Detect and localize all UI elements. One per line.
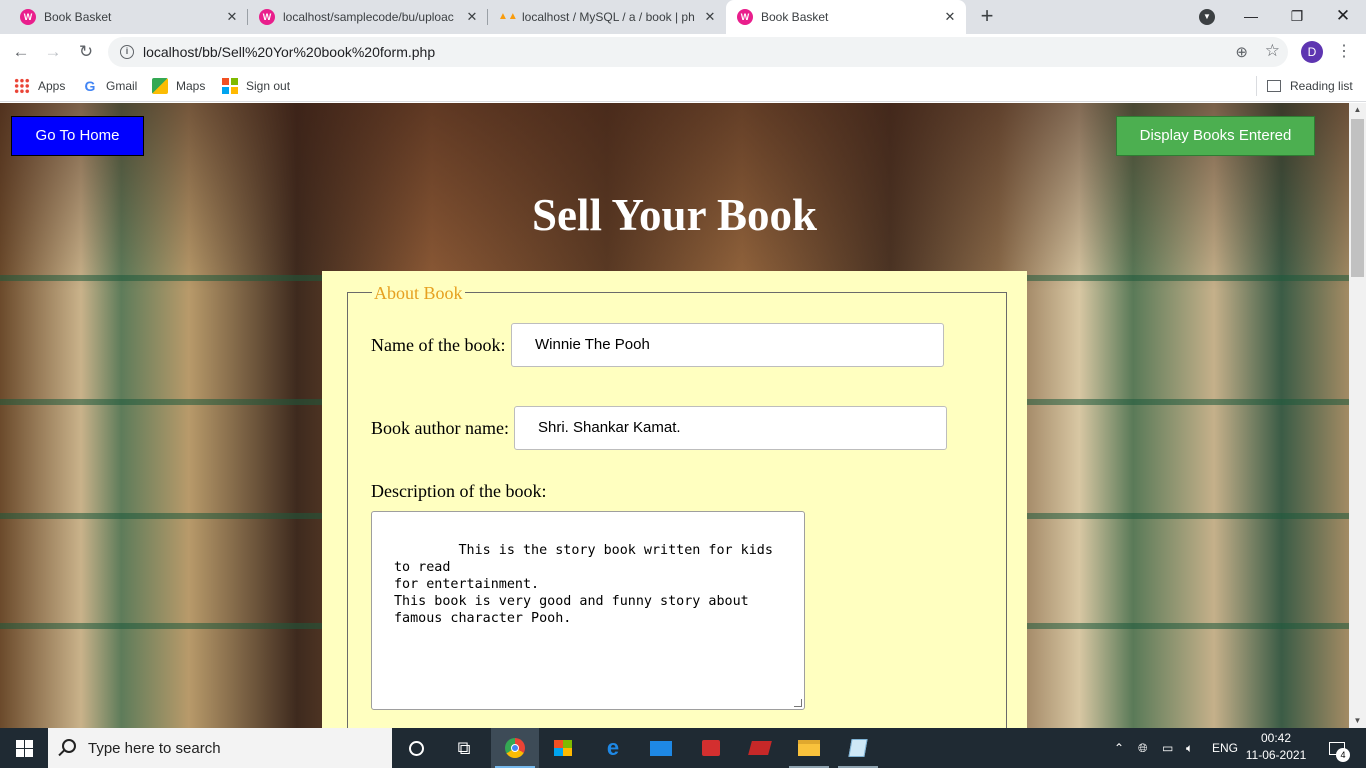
tab-title: Book Basket bbox=[44, 10, 112, 24]
zoom-icon[interactable]: ⊕ bbox=[1235, 43, 1248, 61]
file-explorer-icon[interactable] bbox=[785, 728, 833, 768]
page-title: Sell Your Book bbox=[531, 190, 818, 240]
bookmark-label: Maps bbox=[176, 79, 206, 93]
url-text[interactable]: localhost/bb/Sell%20Yor%20book%20form.ph… bbox=[143, 44, 435, 60]
mail-icon[interactable] bbox=[637, 728, 685, 768]
bookmark-maps[interactable]: Maps bbox=[152, 76, 205, 96]
tab-title: localhost / MySQL / a / book | ph bbox=[522, 10, 695, 24]
author-name-input[interactable]: Shri. Shankar Kamat. bbox=[514, 406, 947, 450]
reading-list-icon bbox=[1267, 80, 1281, 92]
tab-title: localhost/samplecode/bu/uploac bbox=[283, 10, 454, 24]
back-button[interactable]: ← bbox=[10, 41, 32, 63]
tab-strip: W Book Basket ✕ W localhost/samplecode/b… bbox=[0, 0, 1366, 34]
google-icon: G bbox=[84, 78, 96, 94]
minimize-button[interactable]: — bbox=[1236, 4, 1266, 28]
wamp-icon: W bbox=[259, 9, 275, 25]
windows-logo-icon bbox=[16, 749, 24, 757]
about-book-fieldset: About Book Name of the book: Winnie The … bbox=[347, 283, 1007, 728]
bookmark-label: Sign out bbox=[246, 79, 291, 93]
book-name-label: Name of the book: bbox=[371, 335, 506, 355]
wamp-icon: W bbox=[737, 9, 753, 25]
office-icon[interactable] bbox=[687, 728, 735, 768]
tab-phpmyadmin[interactable]: ▲▲ localhost / MySQL / a / book | ph ✕ bbox=[488, 0, 726, 34]
windows-logo-icon bbox=[25, 749, 33, 757]
search-icon bbox=[62, 739, 76, 753]
fieldset-legend: About Book bbox=[372, 283, 465, 304]
close-icon[interactable]: ✕ bbox=[942, 9, 958, 25]
network-icon[interactable]: 🌐︎ bbox=[1138, 728, 1148, 768]
scroll-up-arrow[interactable]: ▲ bbox=[1349, 103, 1366, 117]
clock-time: 00:42 bbox=[1260, 731, 1292, 745]
clock-date: 11-06-2021 bbox=[1245, 748, 1307, 762]
chrome-taskbar-icon[interactable] bbox=[491, 728, 539, 768]
tab-upload[interactable]: W localhost/samplecode/bu/uploac ✕ bbox=[248, 0, 488, 34]
windows-logo-icon bbox=[16, 740, 24, 748]
windows-taskbar: Type here to search ⧉ e ⌃ 🌐︎ ▭ 🔈︎ ENG 00… bbox=[0, 728, 1366, 768]
description-textarea[interactable]: This is the story book written for kids … bbox=[371, 511, 805, 710]
reload-button[interactable]: ↻ bbox=[75, 41, 97, 63]
show-hidden-icons[interactable]: ⌃ bbox=[1114, 728, 1124, 768]
notification-center-icon[interactable]: 4 bbox=[1324, 728, 1350, 768]
task-view-icon[interactable]: ⧉ bbox=[440, 728, 488, 768]
apps-grid-icon bbox=[14, 78, 30, 94]
menu-icon[interactable]: ⋮ bbox=[1336, 41, 1352, 63]
tab-search-icon[interactable]: ▼ bbox=[1199, 9, 1215, 25]
scroll-thumb[interactable] bbox=[1351, 119, 1364, 277]
close-icon[interactable]: ✕ bbox=[464, 9, 480, 25]
battery-icon[interactable]: ▭ bbox=[1162, 728, 1173, 768]
description-label: Description of the book: bbox=[371, 481, 547, 501]
cortana-icon[interactable] bbox=[392, 728, 440, 768]
notepad-icon[interactable] bbox=[834, 728, 882, 768]
description-text: This is the story book written for kids … bbox=[394, 543, 773, 626]
store-icon[interactable] bbox=[539, 728, 587, 768]
wamp-icon: W bbox=[20, 9, 36, 25]
address-bar[interactable]: i localhost/bb/Sell%20Yor%20book%20form.… bbox=[108, 37, 1288, 67]
notification-count-badge: 4 bbox=[1336, 748, 1350, 762]
page-content: Go To Home Display Books Entered Sell Yo… bbox=[0, 103, 1349, 728]
language-indicator[interactable]: ENG bbox=[1212, 728, 1238, 768]
info-icon[interactable]: i bbox=[120, 45, 134, 59]
new-tab-button[interactable]: + bbox=[976, 5, 998, 27]
maps-icon bbox=[152, 78, 168, 94]
database-app-icon[interactable] bbox=[736, 728, 784, 768]
resize-handle[interactable] bbox=[794, 699, 802, 707]
phpmyadmin-icon: ▲▲ bbox=[498, 11, 518, 22]
book-name-input[interactable]: Winnie The Pooh bbox=[511, 323, 944, 367]
window-close-button[interactable]: ✕ bbox=[1328, 4, 1358, 28]
bookmarks-bar: Apps G Gmail Maps Sign out Reading list bbox=[0, 70, 1366, 102]
browser-toolbar: ← → ↻ i localhost/bb/Sell%20Yor%20book%2… bbox=[0, 34, 1366, 70]
close-icon[interactable]: ✕ bbox=[224, 9, 240, 25]
go-to-home-button[interactable]: Go To Home bbox=[11, 116, 144, 156]
bookmark-label: Apps bbox=[38, 79, 66, 93]
restore-button[interactable]: ❐ bbox=[1282, 4, 1312, 28]
sell-book-form: About Book Name of the book: Winnie The … bbox=[322, 271, 1027, 728]
windows-logo-icon bbox=[25, 740, 33, 748]
scroll-down-arrow[interactable]: ▼ bbox=[1349, 714, 1366, 728]
microsoft-icon bbox=[222, 78, 238, 94]
profile-avatar[interactable]: D bbox=[1301, 41, 1323, 63]
reading-list-button[interactable]: Reading list bbox=[1256, 76, 1353, 96]
edge-icon[interactable]: e bbox=[589, 728, 637, 768]
bookmark-gmail[interactable]: G Gmail bbox=[82, 76, 138, 96]
display-books-button[interactable]: Display Books Entered bbox=[1116, 116, 1315, 156]
forward-button[interactable]: → bbox=[42, 41, 64, 63]
bookmark-star-icon[interactable]: ☆ bbox=[1265, 41, 1280, 61]
taskbar-search-box[interactable]: Type here to search bbox=[48, 728, 392, 768]
bookmark-apps[interactable]: Apps bbox=[14, 76, 65, 96]
bookmark-sign-out[interactable]: Sign out bbox=[222, 76, 290, 96]
reading-list-label: Reading list bbox=[1290, 79, 1353, 93]
start-button[interactable] bbox=[0, 728, 48, 768]
tab-title: Book Basket bbox=[761, 10, 829, 24]
clock[interactable]: 00:42 11-06-2021 bbox=[1240, 730, 1312, 764]
author-name-label: Book author name: bbox=[371, 418, 509, 438]
page-scrollbar[interactable]: ▲ ▼ bbox=[1349, 103, 1366, 728]
tab-book-basket-1[interactable]: W Book Basket ✕ bbox=[0, 0, 248, 34]
volume-icon[interactable]: 🔈︎ bbox=[1186, 728, 1193, 768]
close-icon[interactable]: ✕ bbox=[702, 9, 718, 25]
bookmark-label: Gmail bbox=[106, 79, 138, 93]
tab-book-basket-active[interactable]: W Book Basket ✕ bbox=[726, 0, 966, 34]
search-placeholder: Type here to search bbox=[88, 740, 221, 757]
